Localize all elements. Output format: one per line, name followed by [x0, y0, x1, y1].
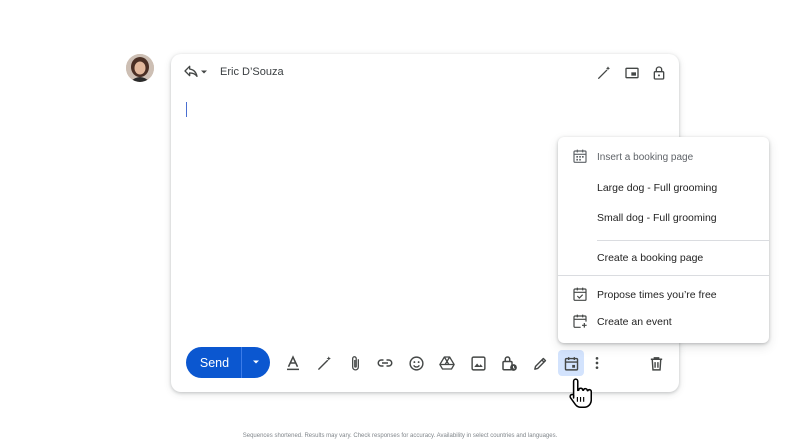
menu-item-label: Create an event	[597, 316, 672, 328]
confidential-icon[interactable]	[496, 350, 522, 376]
send-button-group: Send	[186, 347, 270, 378]
drive-icon[interactable]	[434, 350, 460, 376]
avatar	[126, 54, 154, 82]
link-icon[interactable]	[372, 350, 398, 376]
menu-item-label: Create a booking page	[597, 252, 704, 264]
formatting-icon[interactable]	[280, 350, 306, 376]
calendar-icon[interactable]	[558, 350, 584, 376]
menu-item-propose-times[interactable]: Propose times you’re free	[558, 283, 769, 307]
menu-header: Insert a booking page	[558, 145, 769, 169]
menu-item-large-dog[interactable]: Large dog - Full grooming	[558, 176, 769, 200]
calendar-check-icon	[572, 286, 590, 304]
trash-icon[interactable]	[643, 350, 669, 376]
photo-icon[interactable]	[465, 350, 491, 376]
booking-menu: Insert a booking page Large dog - Full g…	[558, 137, 769, 343]
compose-header: Eric D’Souza	[171, 54, 679, 92]
menu-header-label: Insert a booking page	[597, 151, 694, 163]
disclaimer-footnote: Sequences shortened. Results may vary. C…	[242, 433, 558, 439]
recipient-name[interactable]: Eric D’Souza	[220, 66, 284, 78]
popout-icon[interactable]	[622, 63, 642, 83]
chevron-down-icon	[199, 64, 209, 82]
attach-icon[interactable]	[342, 350, 368, 376]
chevron-down-icon	[251, 354, 261, 372]
magic-pen-icon[interactable]	[311, 350, 337, 376]
menu-item-small-dog[interactable]: Small dog - Full grooming	[558, 206, 769, 230]
reply-type-button[interactable]	[183, 63, 215, 83]
emoji-icon[interactable]	[403, 350, 429, 376]
menu-item-label: Propose times you’re free	[597, 289, 717, 301]
schedule-send-button[interactable]	[242, 347, 270, 378]
divider	[558, 275, 769, 276]
signature-icon[interactable]	[527, 350, 553, 376]
menu-item-label: Large dog - Full grooming	[597, 182, 718, 194]
more-icon[interactable]	[584, 350, 610, 376]
menu-item-label: Small dog - Full grooming	[597, 212, 717, 224]
lock-icon[interactable]	[649, 63, 669, 83]
reply-icon	[183, 63, 199, 84]
calendar-add-icon	[572, 313, 590, 331]
send-button[interactable]: Send	[186, 347, 241, 378]
divider	[597, 240, 769, 241]
menu-item-create-event[interactable]: Create an event	[558, 310, 769, 334]
magic-pen-icon[interactable]	[594, 63, 614, 83]
calendar-grid-icon	[572, 148, 590, 166]
compose-toolbar: Send	[171, 340, 679, 386]
menu-item-create-booking-page[interactable]: Create a booking page	[558, 246, 769, 270]
hand-cursor-icon	[566, 378, 593, 412]
